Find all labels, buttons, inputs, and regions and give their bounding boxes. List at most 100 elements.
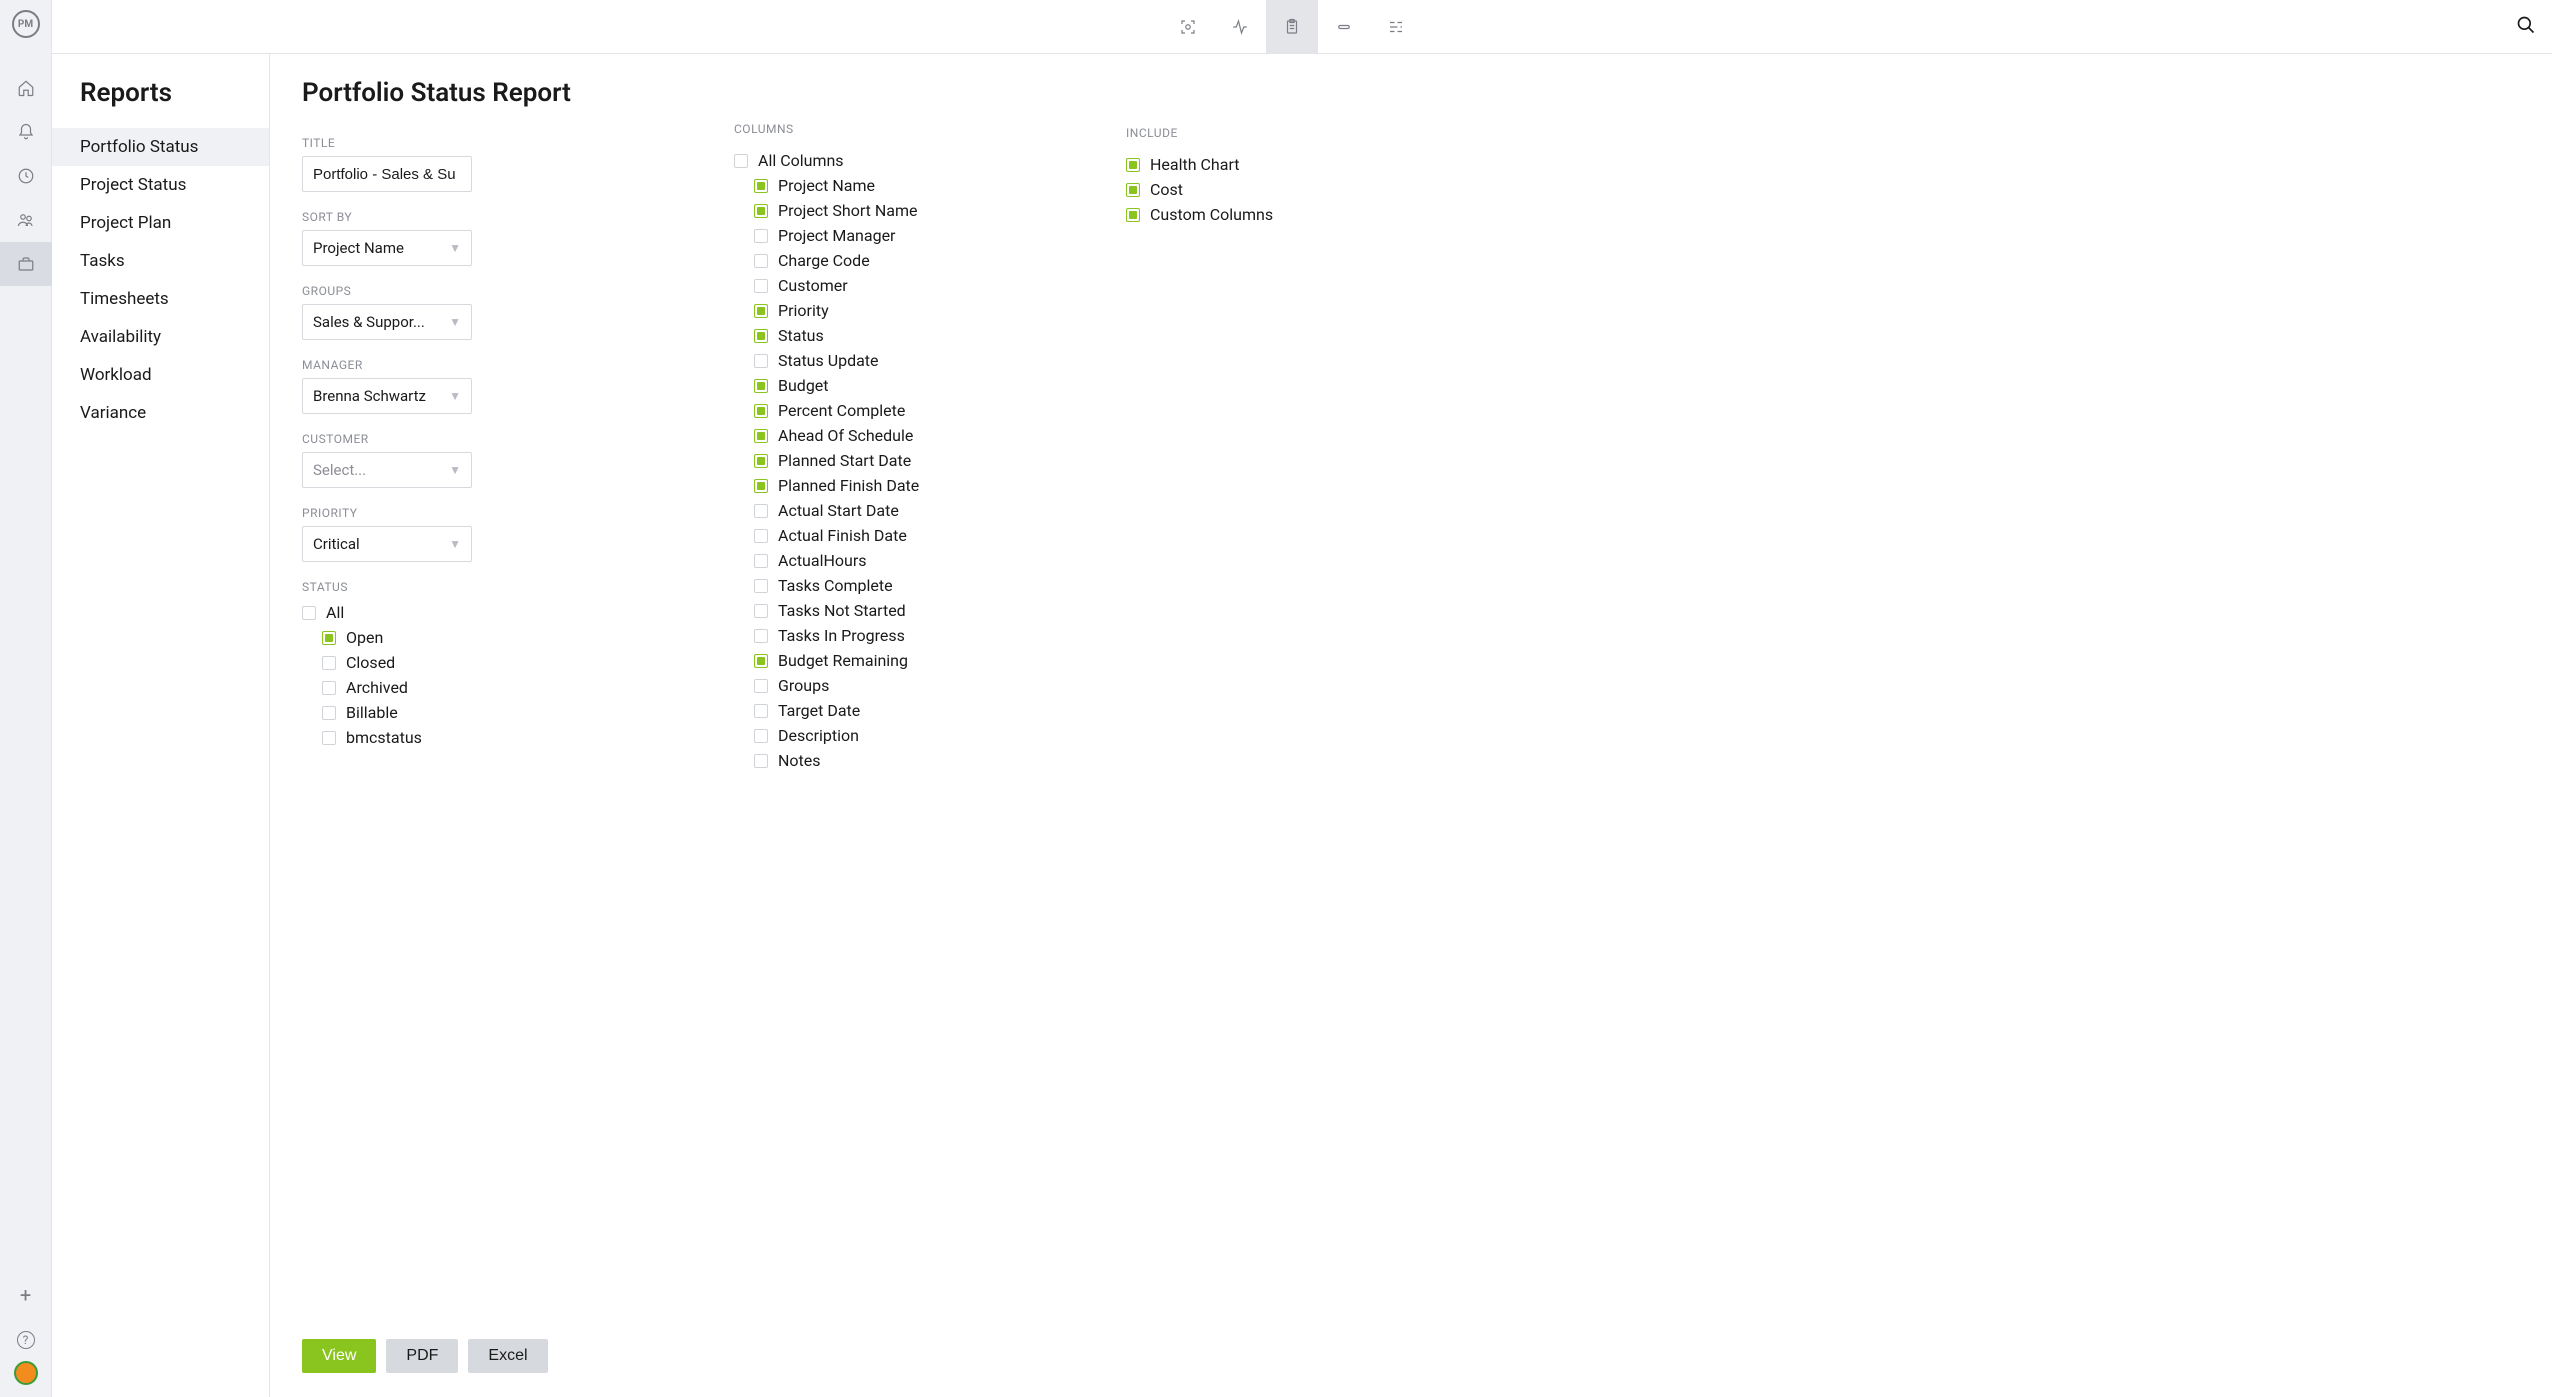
checkbox-planned-start-date[interactable]: Planned Start Date	[734, 448, 1088, 473]
activity-icon[interactable]	[1214, 0, 1266, 54]
checkbox-target-date[interactable]: Target Date	[734, 698, 1088, 723]
sidebar-item-workload[interactable]: Workload	[52, 356, 269, 394]
scan-icon[interactable]	[1162, 0, 1214, 54]
checkbox-billable[interactable]: Billable	[302, 700, 702, 725]
manager-label: MANAGER	[302, 358, 702, 372]
sidebar-item-project-status[interactable]: Project Status	[52, 166, 269, 204]
checkbox-label: Percent Complete	[778, 401, 905, 420]
checkbox-tasks-complete[interactable]: Tasks Complete	[734, 573, 1088, 598]
groups-label: GROUPS	[302, 284, 702, 298]
sidebar-item-timesheets[interactable]: Timesheets	[52, 280, 269, 318]
checkbox-notes[interactable]: Notes	[734, 748, 1088, 773]
checkbox-planned-finish-date[interactable]: Planned Finish Date	[734, 473, 1088, 498]
checkbox-groups[interactable]: Groups	[734, 673, 1088, 698]
checkbox-actual-start-date[interactable]: Actual Start Date	[734, 498, 1088, 523]
checkbox-health-chart[interactable]: Health Chart	[1126, 152, 1386, 177]
user-avatar[interactable]	[14, 1361, 38, 1385]
checkbox-bmcstatus[interactable]: bmcstatus	[302, 725, 702, 750]
checkbox-custom-columns[interactable]: Custom Columns	[1126, 202, 1386, 227]
checkbox-icon	[754, 454, 768, 468]
checkbox-tasks-not-started[interactable]: Tasks Not Started	[734, 598, 1088, 623]
sidebar-item-portfolio-status[interactable]: Portfolio Status	[52, 128, 269, 166]
checkbox-customer[interactable]: Customer	[734, 273, 1088, 298]
bell-icon[interactable]	[0, 110, 52, 154]
title-input[interactable]	[302, 156, 472, 192]
checkbox-status[interactable]: Status	[734, 323, 1088, 348]
help-icon[interactable]: ?	[17, 1331, 35, 1349]
checkbox-budget[interactable]: Budget	[734, 373, 1088, 398]
checkbox-priority[interactable]: Priority	[734, 298, 1088, 323]
checkbox-actual-finish-date[interactable]: Actual Finish Date	[734, 523, 1088, 548]
checkbox-percent-complete[interactable]: Percent Complete	[734, 398, 1088, 423]
checkbox-project-manager[interactable]: Project Manager	[734, 223, 1088, 248]
app-logo[interactable]: PM	[12, 10, 40, 38]
include-label: INCLUDE	[1126, 126, 1386, 140]
checkbox-icon	[754, 254, 768, 268]
sidebar-item-tasks[interactable]: Tasks	[52, 242, 269, 280]
checkbox-icon	[754, 179, 768, 193]
status-label: STATUS	[302, 580, 702, 594]
checkbox-icon	[322, 656, 336, 670]
sidebar-item-project-plan[interactable]: Project Plan	[52, 204, 269, 242]
checkbox-tasks-in-progress[interactable]: Tasks In Progress	[734, 623, 1088, 648]
checkbox-label: Health Chart	[1150, 155, 1239, 174]
checkbox-actualhours[interactable]: ActualHours	[734, 548, 1088, 573]
sidebar-item-variance[interactable]: Variance	[52, 394, 269, 432]
reports-sidebar: Reports Portfolio StatusProject StatusPr…	[52, 54, 270, 1397]
briefcase-icon[interactable]	[0, 242, 52, 286]
checkbox-icon	[1126, 158, 1140, 172]
checkbox-label: ActualHours	[778, 551, 867, 570]
link-icon[interactable]	[1318, 0, 1370, 54]
checkbox-status-update[interactable]: Status Update	[734, 348, 1088, 373]
checkbox-icon	[754, 204, 768, 218]
flow-icon[interactable]	[1370, 0, 1422, 54]
priority-select[interactable]: Critical▼	[302, 526, 472, 562]
checkbox-label: Groups	[778, 676, 829, 695]
clipboard-icon[interactable]	[1266, 0, 1318, 54]
checkbox-label: Actual Finish Date	[778, 526, 907, 545]
checkbox-description[interactable]: Description	[734, 723, 1088, 748]
checkbox-budget-remaining[interactable]: Budget Remaining	[734, 648, 1088, 673]
checkbox-label: Billable	[346, 703, 398, 722]
clock-icon[interactable]	[0, 154, 52, 198]
checkbox-ahead-of-schedule[interactable]: Ahead Of Schedule	[734, 423, 1088, 448]
checkbox-cost[interactable]: Cost	[1126, 177, 1386, 202]
checkbox-icon	[754, 504, 768, 518]
checkbox-icon	[302, 606, 316, 620]
excel-button[interactable]: Excel	[468, 1339, 547, 1373]
add-icon[interactable]: +	[20, 1271, 31, 1319]
checkbox-icon	[754, 679, 768, 693]
search-icon[interactable]	[2516, 15, 2536, 39]
checkbox-label: Planned Finish Date	[778, 476, 919, 495]
groups-select[interactable]: Sales & Suppor...▼	[302, 304, 472, 340]
checkbox-label: bmcstatus	[346, 728, 422, 747]
checkbox-project-short-name[interactable]: Project Short Name	[734, 198, 1088, 223]
checkbox-icon	[754, 429, 768, 443]
sort-select[interactable]: Project Name▼	[302, 230, 472, 266]
checkbox-icon	[1126, 208, 1140, 222]
home-icon[interactable]	[0, 66, 52, 110]
checkbox-icon	[754, 729, 768, 743]
people-icon[interactable]	[0, 198, 52, 242]
checkbox-closed[interactable]: Closed	[302, 650, 702, 675]
sidebar-item-availability[interactable]: Availability	[52, 318, 269, 356]
checkbox-label: Tasks Not Started	[778, 601, 906, 620]
checkbox-label: Project Manager	[778, 226, 895, 245]
checkbox-all[interactable]: All	[302, 600, 702, 625]
manager-select[interactable]: Brenna Schwartz▼	[302, 378, 472, 414]
pdf-button[interactable]: PDF	[386, 1339, 458, 1373]
checkbox-all-columns[interactable]: All Columns	[734, 148, 1088, 173]
checkbox-label: All Columns	[758, 151, 844, 170]
checkbox-archived[interactable]: Archived	[302, 675, 702, 700]
checkbox-label: Status	[778, 326, 824, 345]
customer-select[interactable]: Select...▼	[302, 452, 472, 488]
checkbox-open[interactable]: Open	[302, 625, 702, 650]
customer-label: CUSTOMER	[302, 432, 702, 446]
checkbox-label: All	[326, 603, 344, 622]
checkbox-icon	[754, 379, 768, 393]
checkbox-label: Budget	[778, 376, 829, 395]
checkbox-charge-code[interactable]: Charge Code	[734, 248, 1088, 273]
checkbox-label: Ahead Of Schedule	[778, 426, 913, 445]
checkbox-project-name[interactable]: Project Name	[734, 173, 1088, 198]
view-button[interactable]: View	[302, 1339, 376, 1373]
